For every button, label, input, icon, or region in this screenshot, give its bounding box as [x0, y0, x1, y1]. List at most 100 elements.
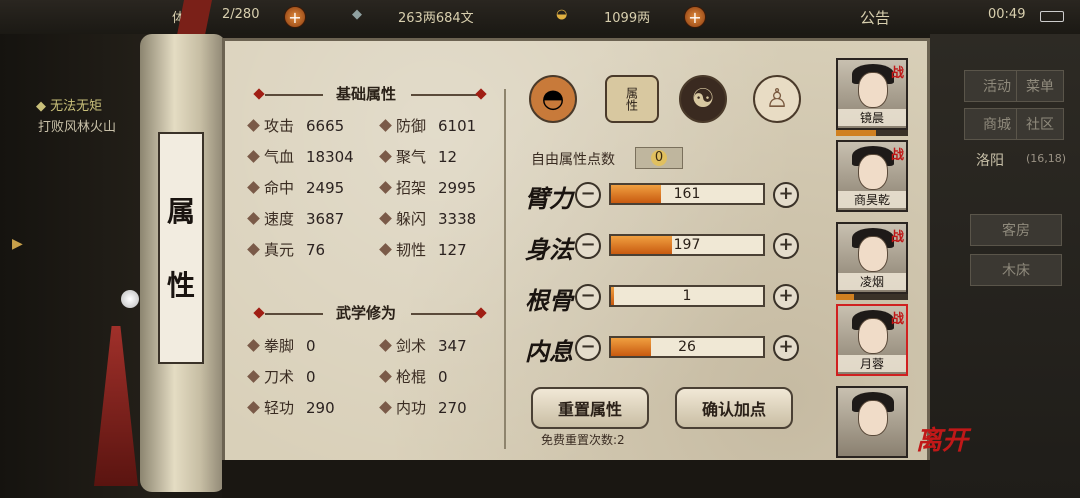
basic-stat: 聚气 12 [379, 146, 457, 167]
free-points-label: 自由属性点数 [531, 152, 615, 168]
add-gold-button[interactable]: + [684, 6, 706, 28]
scroll-title-label: 属 性 [158, 132, 204, 364]
stat-label: 真元 [264, 241, 295, 259]
menu-button[interactable]: 菜单 [1016, 70, 1064, 102]
stat-label: 枪棍 [396, 368, 427, 386]
basic-stat: 速度 3687 [247, 208, 344, 229]
section-divider [411, 313, 477, 315]
reset-attributes-button[interactable]: 重置属性 [531, 387, 649, 429]
basic-attributes-title: 基础属性 [335, 85, 396, 103]
stat-bullet-icon [247, 181, 260, 194]
bottom-menu-bar [222, 460, 930, 498]
attribute-name: 根骨 [525, 286, 573, 315]
clock: 00:49 [988, 7, 1026, 22]
coin-icon: ◆ [352, 7, 362, 22]
stat-value: 76 [306, 240, 326, 259]
increase-button[interactable]: + [773, 182, 799, 208]
section-ornament [475, 307, 487, 319]
basic-stat: 韧性 127 [379, 239, 467, 260]
decrease-button[interactable]: − [575, 335, 601, 361]
stat-bullet-icon [379, 339, 392, 352]
stat-bullet-icon [379, 212, 392, 225]
member-name: 凌烟 [838, 273, 906, 290]
section-ornament [253, 88, 265, 100]
member-name: 月蓉 [838, 355, 906, 372]
stat-value: 0 [306, 367, 316, 386]
party-roster: 战镜晨战商昊乾战凌烟战月蓉 [836, 58, 910, 458]
top-status-bar: 体力 2/280 + ◆ 263两684文 ◒ 1099两 + 公告 00:49 [0, 0, 1080, 34]
stat-bullet-icon [247, 119, 260, 132]
stat-label: 躲闪 [396, 210, 427, 228]
member-hp-bar [836, 130, 908, 136]
stat-label: 剑术 [396, 337, 427, 355]
stat-value: 347 [438, 336, 467, 355]
meridian-figure-icon[interactable]: ♙ [753, 75, 801, 123]
attribute-name: 身法 [525, 235, 573, 264]
quest-title[interactable]: ◆ 无法无矩 [36, 95, 102, 114]
party-member[interactable] [836, 386, 908, 458]
martial-stat: 枪棍 0 [379, 366, 448, 387]
increase-button[interactable]: + [773, 284, 799, 310]
battle-badge: 战 [890, 230, 904, 245]
basic-stat: 招架 2995 [379, 177, 477, 198]
stat-bullet-icon [379, 370, 392, 383]
increase-button[interactable]: + [773, 233, 799, 259]
increase-button[interactable]: + [773, 335, 799, 361]
attribute-bar: 1 [609, 285, 765, 307]
add-stamina-button[interactable]: + [284, 6, 306, 28]
party-member[interactable]: 战商昊乾 [836, 140, 908, 212]
party-member[interactable]: 战凌烟 [836, 222, 908, 294]
community-button[interactable]: 社区 [1016, 108, 1064, 140]
stat-label: 聚气 [396, 148, 427, 166]
gold-value: 1099两 [604, 11, 651, 26]
section-ornament [475, 88, 487, 100]
stat-bullet-icon [379, 181, 392, 194]
bagua-icon[interactable]: ☯ [679, 75, 727, 123]
money-value: 263两684文 [398, 11, 474, 26]
party-member[interactable]: 战月蓉 [836, 304, 908, 376]
avatar [858, 400, 888, 436]
attribute-bar: 26 [609, 336, 765, 358]
leave-button[interactable]: 离开 [916, 420, 968, 457]
battle-badge: 战 [890, 312, 904, 327]
section-ornament [253, 307, 265, 319]
stamina-value: 2/280 [222, 7, 260, 22]
decrease-button[interactable]: − [575, 182, 601, 208]
stat-label: 防御 [396, 117, 427, 135]
gold-ingot-icon: ◒ [556, 7, 568, 22]
stat-value: 0 [438, 367, 448, 386]
party-member[interactable]: 战镜晨 [836, 58, 908, 130]
quest-description: 打败风林火山 [38, 120, 117, 135]
stat-value: 290 [306, 398, 335, 417]
attribute-value: 1 [682, 288, 692, 304]
stat-bullet-icon [247, 339, 260, 352]
room-guest[interactable]: 客房 [970, 214, 1062, 246]
confirm-points-button[interactable]: 确认加点 [675, 387, 793, 429]
attribute-value: 26 [678, 339, 696, 355]
stat-bullet-icon [247, 150, 260, 163]
martial-stat: 拳脚 0 [247, 335, 316, 356]
basic-stat: 命中 2495 [247, 177, 345, 198]
tab-attributes[interactable]: 属性 [605, 75, 659, 123]
stat-bullet-icon [379, 150, 392, 163]
battle-badge: 战 [890, 66, 904, 81]
battery-icon [1040, 11, 1064, 22]
decrease-button[interactable]: − [575, 233, 601, 259]
room-bed[interactable]: 木床 [970, 254, 1062, 286]
martial-title: 武学修为 [335, 304, 396, 322]
section-divider [265, 313, 323, 315]
stat-bullet-icon [247, 401, 260, 414]
stat-bullet-icon [379, 119, 392, 132]
notice-button[interactable]: 公告 [860, 7, 890, 28]
martial-stat: 轻功 290 [247, 397, 335, 418]
stat-value: 2995 [438, 178, 477, 197]
expand-arrow-icon[interactable]: ▶ [12, 236, 23, 252]
location-name: 洛阳 [976, 153, 1004, 169]
attributes-panel: 基础属性 攻击 6665 防御 6101 气血 18304 聚气 12 命中 2495 招架 2995… [222, 38, 930, 490]
decrease-button[interactable]: − [575, 284, 601, 310]
stat-label: 韧性 [396, 241, 427, 259]
stat-value: 6101 [438, 116, 477, 135]
stat-value: 2495 [306, 178, 345, 197]
equipment-hat-icon[interactable]: ◓ [529, 75, 577, 123]
stat-value: 270 [438, 398, 467, 417]
